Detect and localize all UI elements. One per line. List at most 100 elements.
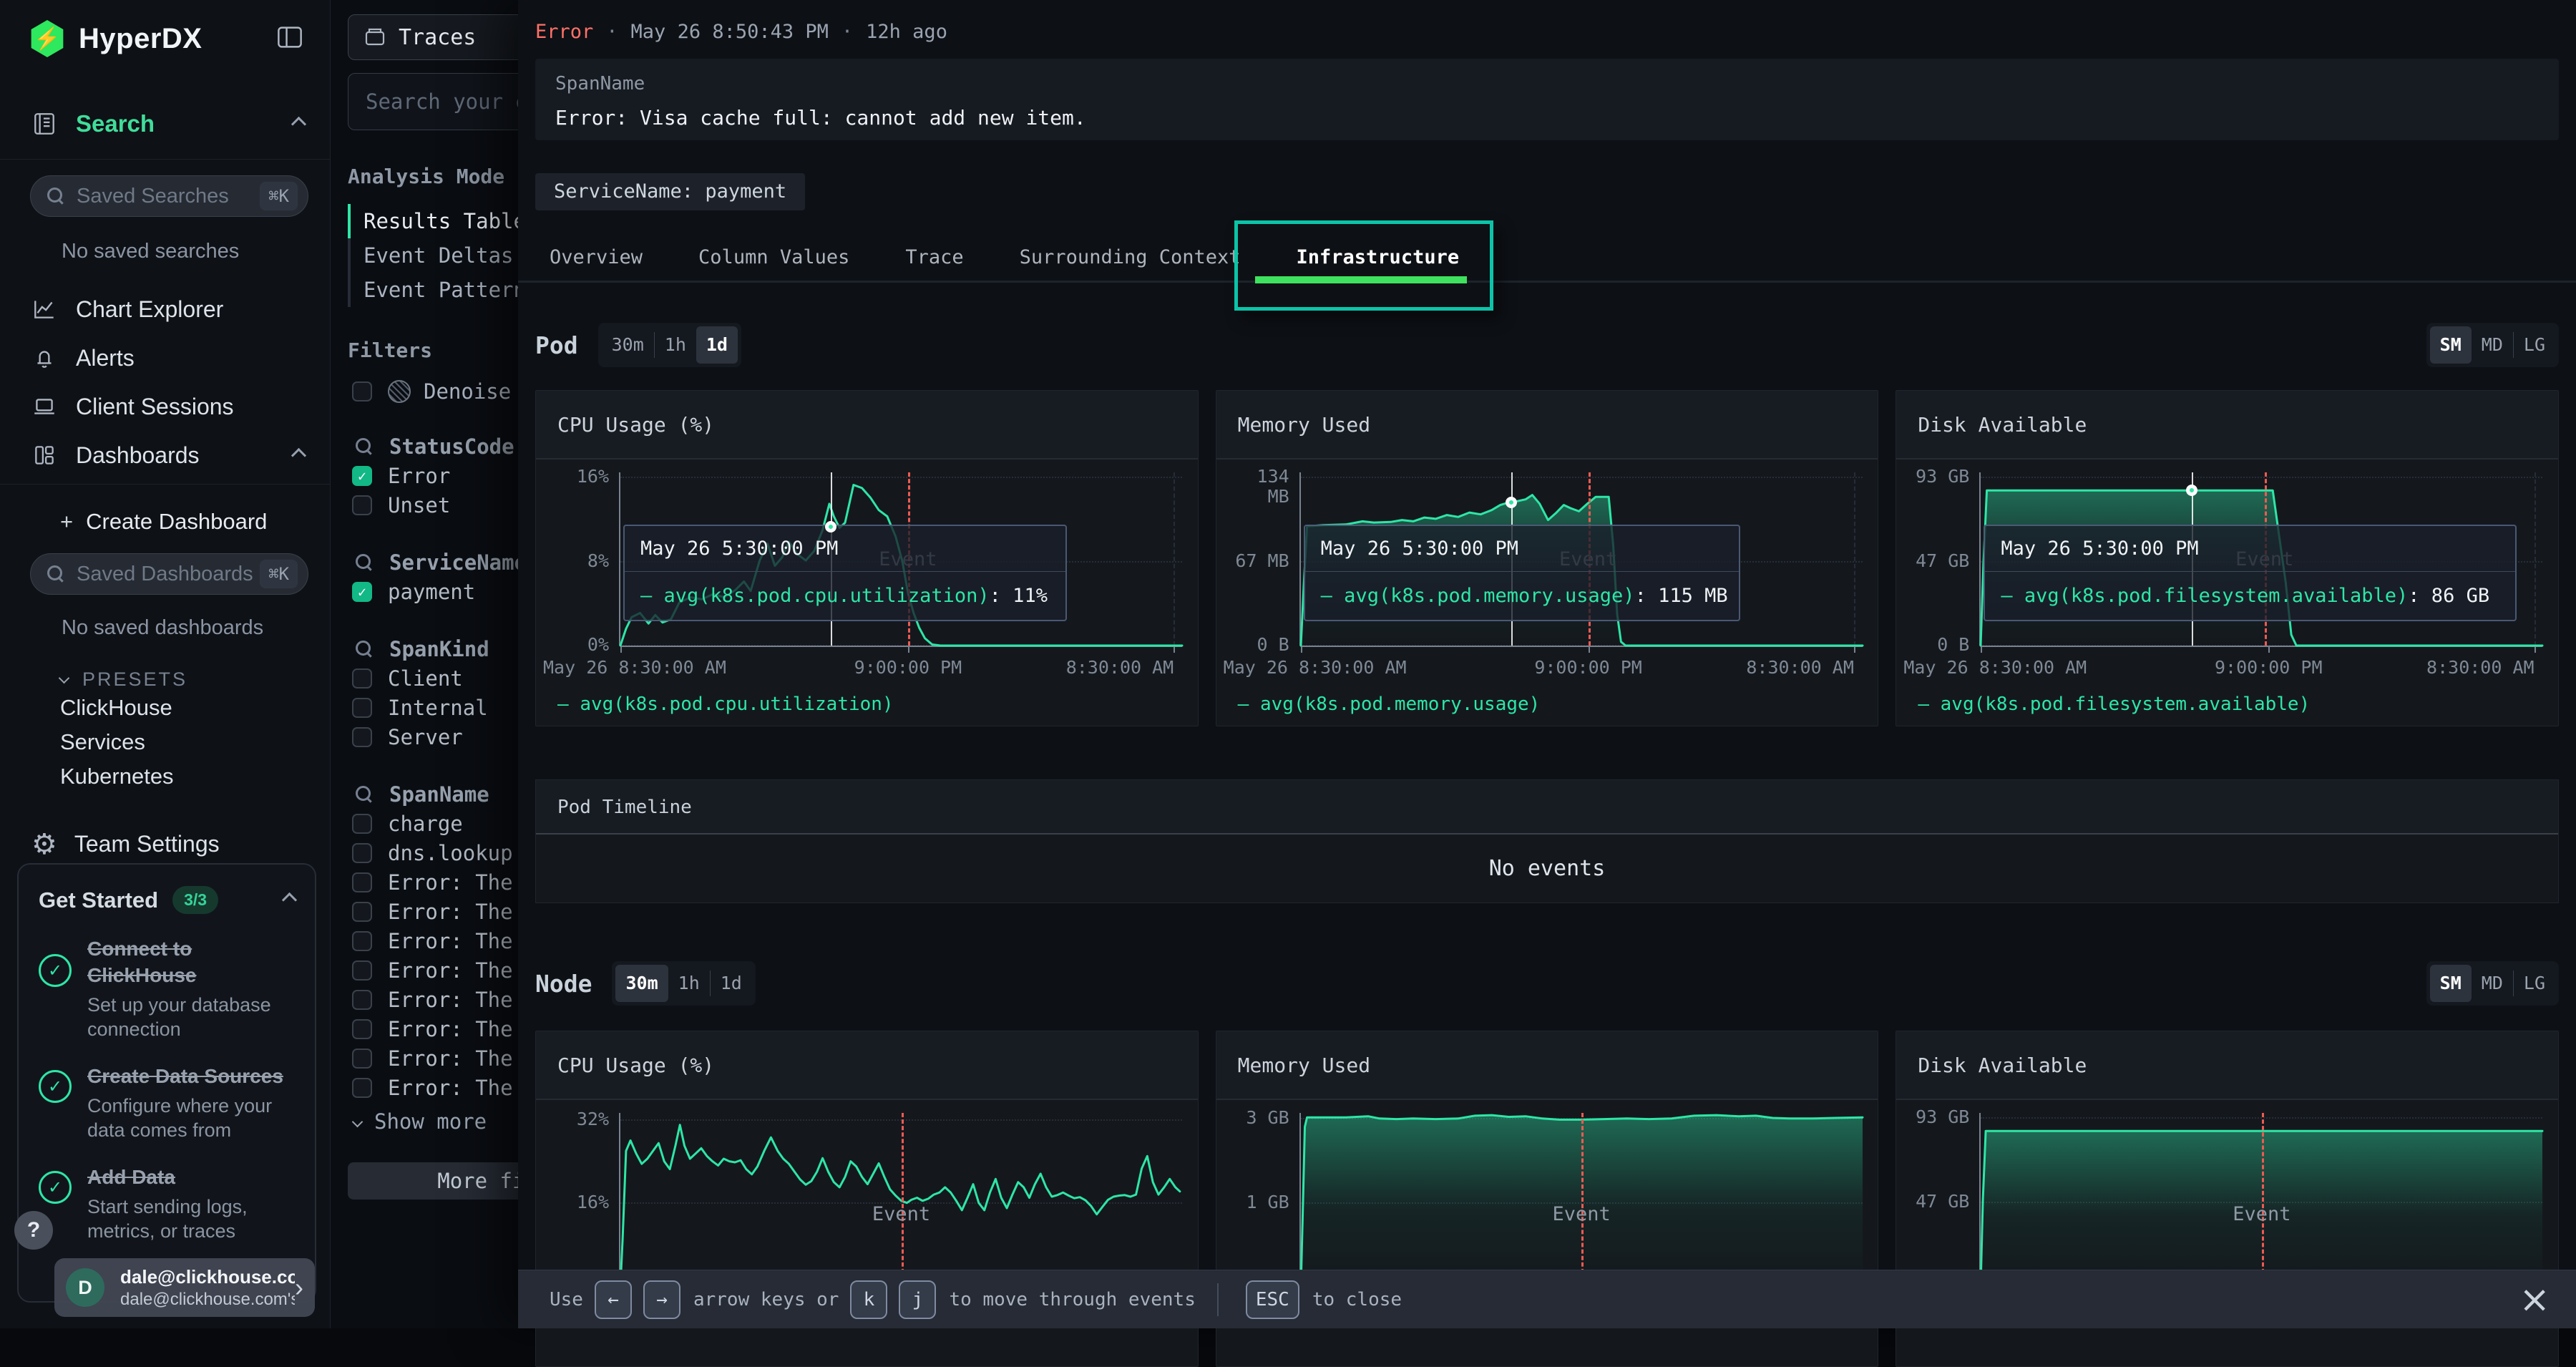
- presets-toggle[interactable]: PRESETS: [60, 668, 330, 691]
- chart-tooltip: May 26 5:30:00 PM— avg(k8s.pod.filesyste…: [1984, 525, 2517, 621]
- logo-row: ⚡ HyperDX: [0, 0, 330, 57]
- shortcut-badge: ⌘K: [260, 560, 298, 588]
- service-name-chip[interactable]: ServiceName: payment: [535, 173, 805, 210]
- search-icon: [355, 785, 374, 804]
- checkbox[interactable]: [352, 727, 372, 747]
- checkbox[interactable]: [352, 381, 372, 402]
- y-axis-tick: 0%: [536, 635, 609, 655]
- sidebar-item-label: Search: [76, 110, 155, 137]
- chevron-up-icon[interactable]: [291, 116, 306, 131]
- checkbox[interactable]: [352, 814, 372, 834]
- preset-clickhouse[interactable]: ClickHouse: [60, 691, 330, 725]
- tab-trace[interactable]: Trace: [905, 235, 963, 281]
- get-started-header[interactable]: Get Started 3/3: [39, 886, 295, 914]
- pod-timeline-empty-text: No events: [536, 835, 2558, 903]
- pod-section-title: Pod: [535, 331, 578, 359]
- event-timestamp: May 26 8:50:43 PM: [631, 21, 829, 43]
- checkbox[interactable]: [352, 1019, 372, 1039]
- preset-services[interactable]: Services: [60, 725, 330, 759]
- pod-cpu-chart[interactable]: 16%8%0%EventMay 26 5:30:00 PM— avg(k8s.p…: [536, 461, 1198, 684]
- event-marker-line: [1581, 1113, 1584, 1286]
- get-started-step-sources[interactable]: ✓ Create Data Sources Configure where yo…: [39, 1063, 295, 1142]
- close-icon[interactable]: ×: [2519, 1281, 2550, 1318]
- node-range-30m[interactable]: 30m: [615, 965, 668, 1002]
- tab-surrounding-context[interactable]: Surrounding Context: [1020, 235, 1241, 281]
- progress-badge: 3/3: [172, 886, 218, 914]
- sidebar-item-dashboards[interactable]: Dashboards: [0, 435, 330, 475]
- severity-badge: Error: [535, 21, 593, 43]
- y-axis-tick: 0 B: [1216, 635, 1289, 655]
- collapse-sidebar-icon[interactable]: [275, 24, 304, 54]
- node-size-control: SM MD LG: [2426, 961, 2559, 1006]
- help-button[interactable]: ?: [14, 1211, 53, 1250]
- sidebar-item-team-settings[interactable]: ⚙ Team Settings: [31, 831, 304, 857]
- preset-kubernetes[interactable]: Kubernetes: [60, 759, 330, 794]
- chart-tooltip: May 26 5:30:00 PM— avg(k8s.pod.cpu.utili…: [623, 525, 1067, 621]
- pod-timeline-card: Pod Timeline No events: [535, 779, 2559, 903]
- checkbox[interactable]: [352, 931, 372, 951]
- app-title: HyperDX: [79, 23, 202, 55]
- pod-size-md[interactable]: MD: [2472, 326, 2513, 364]
- checkbox[interactable]: [352, 990, 372, 1010]
- node-range-1h[interactable]: 1h: [668, 965, 710, 1002]
- sidebar-nav: Chart Explorer Alerts Client Sessions Da…: [0, 289, 330, 475]
- chevron-up-icon[interactable]: [291, 447, 306, 462]
- pod-section-header: Pod 30m 1h 1d SM MD LG: [535, 322, 2559, 368]
- get-started-step-connect[interactable]: ✓ Connect to ClickHouse Set up your data…: [39, 935, 295, 1041]
- pod-timeline-title: Pod Timeline: [536, 780, 2558, 835]
- y-axis-tick: 1 GB: [1216, 1192, 1289, 1212]
- y-axis-tick: 47 GB: [1896, 1192, 1969, 1212]
- checkbox[interactable]: [352, 1078, 372, 1098]
- checkbox[interactable]: ✓: [352, 466, 372, 486]
- pod-size-sm[interactable]: SM: [2430, 326, 2472, 364]
- pod-range-1d[interactable]: 1d: [696, 326, 738, 364]
- checkbox[interactable]: ✓: [352, 582, 372, 602]
- pod-size-lg[interactable]: LG: [2514, 326, 2555, 364]
- checkbox[interactable]: [352, 668, 372, 689]
- search-icon: [47, 187, 65, 205]
- checkbox[interactable]: [352, 698, 372, 718]
- node-size-sm[interactable]: SM: [2430, 965, 2472, 1002]
- pod-memory-chart[interactable]: 134 MB67 MB0 BEventMay 26 5:30:00 PM— av…: [1216, 461, 1878, 684]
- checkbox[interactable]: [352, 872, 372, 892]
- get-started-step-add-data[interactable]: ✓ Add Data Start sending logs, metrics, …: [39, 1164, 295, 1243]
- x-axis-tick: 9:00:00 PM: [1534, 657, 1642, 678]
- active-tab-underline: [1255, 276, 1467, 283]
- sidebar-item-chart-explorer[interactable]: Chart Explorer: [0, 289, 330, 329]
- saved-searches-input[interactable]: Saved Searches ⌘K: [30, 175, 308, 217]
- checkbox[interactable]: [352, 960, 372, 981]
- y-axis-tick: 16%: [536, 1192, 609, 1212]
- checkbox[interactable]: [352, 495, 372, 515]
- checkbox[interactable]: [352, 902, 372, 922]
- user-menu[interactable]: D dale@clickhouse.com dale@clickhouse.co…: [54, 1258, 315, 1317]
- span-name-label: SpanName: [555, 73, 2539, 94]
- sidebar-item-alerts[interactable]: Alerts: [0, 338, 330, 378]
- create-dashboard-button[interactable]: +Create Dashboard: [60, 509, 330, 535]
- event-header: Error · May 26 8:50:43 PM · 12h ago: [535, 17, 947, 46]
- span-name-card: SpanName Error: Visa cache full: cannot …: [535, 59, 2559, 140]
- node-size-md[interactable]: MD: [2472, 965, 2513, 1002]
- node-range-1d[interactable]: 1d: [711, 965, 752, 1002]
- checkbox[interactable]: [352, 843, 372, 863]
- event-label: Event: [872, 1203, 930, 1225]
- node-size-lg[interactable]: LG: [2514, 965, 2555, 1002]
- sidebar-item-client-sessions[interactable]: Client Sessions: [0, 386, 330, 427]
- saved-dashboards-input[interactable]: Saved Dashboards ⌘K: [30, 553, 308, 595]
- chart-title: CPU Usage (%): [536, 1031, 1198, 1100]
- pod-range-1h[interactable]: 1h: [655, 326, 696, 364]
- user-email: dale@clickhouse.com: [120, 1266, 295, 1288]
- chart-legend: avg(k8s.pod.memory.usage): [1238, 690, 1541, 719]
- tab-overview[interactable]: Overview: [550, 235, 643, 281]
- sidebar-item-search[interactable]: Search: [31, 107, 304, 140]
- detail-tabs: Overview Column Values Trace Surrounding…: [518, 235, 2576, 281]
- chevron-up-icon: [282, 892, 297, 908]
- tab-column-values[interactable]: Column Values: [698, 235, 849, 281]
- data-point-marker: [2186, 485, 2197, 496]
- traces-source-icon: [363, 25, 387, 49]
- pod-disk-chart[interactable]: 93 GB47 GB0 BEventMay 26 5:30:00 PM— avg…: [1896, 461, 2558, 684]
- divider: [1217, 1283, 1219, 1316]
- tab-infrastructure[interactable]: Infrastructure: [1297, 235, 1460, 281]
- checkbox[interactable]: [352, 1049, 372, 1069]
- x-axis-tick: 9:00:00 PM: [2215, 657, 2323, 678]
- pod-range-30m[interactable]: 30m: [602, 326, 654, 364]
